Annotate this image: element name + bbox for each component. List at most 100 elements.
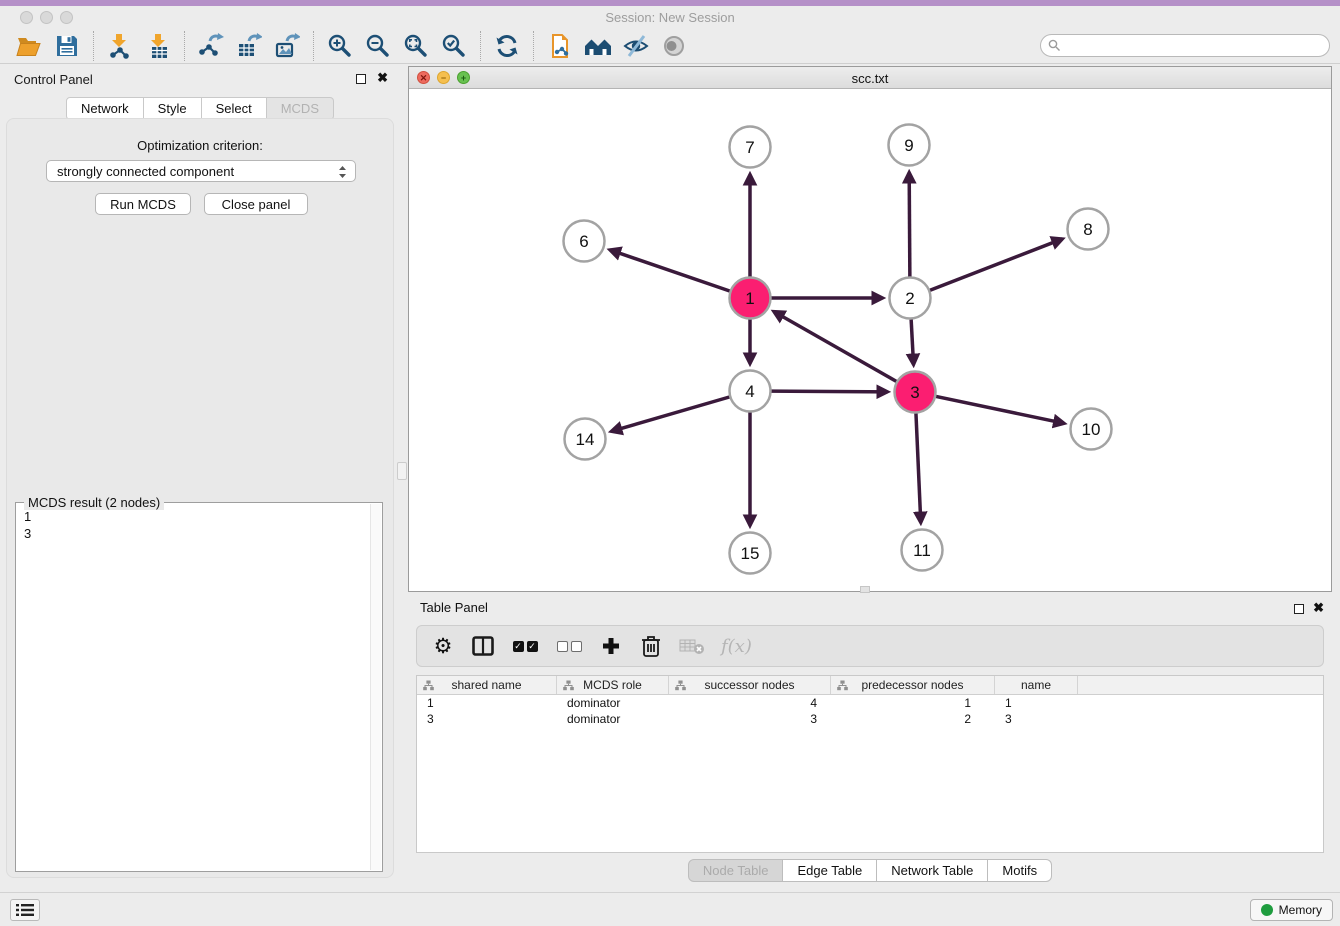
table-toolbar: ⚙ ✓✓ [416, 625, 1324, 667]
edge-4-14[interactable] [611, 397, 729, 431]
zoom-in-button[interactable] [321, 30, 359, 62]
mcds-panel: Optimization criterion: strongly connect… [6, 118, 394, 878]
table-row[interactable]: 3dominator323 [417, 711, 1323, 727]
edge-2-3[interactable] [911, 319, 913, 364]
window-title: Session: New Session [0, 10, 1340, 25]
memory-status-icon [1261, 904, 1273, 916]
column-header-shared-name[interactable]: shared name [417, 676, 557, 694]
tab-style[interactable]: Style [144, 97, 202, 120]
column-header-successor-nodes[interactable]: successor nodes [669, 676, 831, 694]
control-panel-tabs: NetworkStyleSelectMCDS [0, 97, 400, 120]
toolbar-separator [480, 31, 481, 61]
node-label-15: 15 [741, 544, 760, 563]
edge-3-11[interactable] [916, 413, 921, 522]
node-label-2: 2 [905, 289, 914, 308]
checkbox-checked-icon: ✓ [513, 641, 524, 652]
column-label: successor nodes [704, 678, 794, 692]
table-panel-close-button[interactable]: ✖ [1313, 600, 1324, 616]
tab-network-table[interactable]: Network Table [877, 859, 988, 882]
export-image-icon [274, 33, 300, 59]
function-builder-button[interactable]: f(x) [721, 631, 752, 661]
clone-network-button[interactable] [541, 30, 579, 62]
tab-network[interactable]: Network [66, 97, 144, 120]
cell: 3 [995, 711, 1078, 727]
save-session-button[interactable] [48, 30, 86, 62]
zoom-in-icon [327, 33, 353, 59]
edge-3-1[interactable] [774, 312, 896, 382]
export-network-button[interactable] [192, 30, 230, 62]
node-label-9: 9 [904, 136, 913, 155]
network-window-titlebar[interactable]: ✕ − + scc.txt [409, 67, 1331, 89]
column-header-name[interactable]: name [995, 676, 1078, 694]
save-icon [55, 34, 79, 58]
add-row-button[interactable] [599, 631, 623, 661]
search-input[interactable] [1040, 34, 1330, 57]
delete-table-button[interactable] [679, 631, 705, 661]
search-field-wrap [1040, 34, 1330, 57]
homes-icon [583, 34, 613, 58]
toolbar-separator [184, 31, 185, 61]
node-label-14: 14 [576, 430, 595, 449]
zoom-fit-button[interactable] [397, 30, 435, 62]
zoom-selected-icon [441, 33, 467, 59]
checkbox-unchecked-icon [571, 641, 582, 652]
node-label-1: 1 [745, 289, 754, 308]
main-toolbar [0, 28, 1340, 64]
select-chevrons-icon [338, 164, 347, 180]
unselect-all-columns-button[interactable] [555, 631, 583, 661]
tab-motifs[interactable]: Motifs [988, 859, 1052, 882]
select-all-columns-button[interactable]: ✓✓ [511, 631, 539, 661]
node-label-6: 6 [579, 232, 588, 251]
apply-layout-button[interactable] [488, 30, 526, 62]
result-scrollbar[interactable] [370, 504, 381, 870]
columns-button[interactable] [471, 631, 495, 661]
edge-2-9[interactable] [909, 172, 910, 276]
export-network-icon [198, 33, 224, 59]
table-header-row: shared nameMCDS role successor nodes prede… [417, 676, 1323, 695]
table-row[interactable]: 1dominator411 [417, 695, 1323, 711]
toolbar-separator [533, 31, 534, 61]
gear-icon: ⚙ [434, 636, 453, 657]
edge-1-6[interactable] [610, 250, 730, 291]
panel-splitter-grip[interactable] [397, 462, 407, 480]
table-settings-button[interactable]: ⚙ [431, 631, 455, 661]
eye-slash-icon [623, 33, 649, 59]
import-table-icon [145, 33, 171, 59]
close-panel-button[interactable]: Close panel [204, 193, 308, 215]
edge-4-3[interactable] [771, 391, 887, 392]
column-header-predecessor-nodes[interactable]: predecessor nodes [831, 676, 995, 694]
control-panel-float-button[interactable] [356, 74, 366, 84]
column-header-MCDS-role[interactable]: MCDS role [557, 676, 669, 694]
hierarchy-icon [675, 680, 686, 691]
tab-edge-table[interactable]: Edge Table [783, 859, 877, 882]
show-graphics-button[interactable] [655, 30, 693, 62]
criterion-select[interactable]: strongly connected component [46, 160, 356, 182]
tab-mcds[interactable]: MCDS [267, 97, 334, 120]
import-network-button[interactable] [101, 30, 139, 62]
tab-node-table[interactable]: Node Table [688, 859, 784, 882]
edge-3-10[interactable] [936, 396, 1064, 423]
network-canvas[interactable]: 7968124314101511 [409, 89, 1331, 591]
cell: dominator [557, 711, 669, 727]
task-history-button[interactable] [10, 899, 40, 921]
column-header-filler [1078, 676, 1323, 694]
table-splitter-grip[interactable] [860, 586, 870, 593]
export-table-button[interactable] [230, 30, 268, 62]
edge-2-8[interactable] [930, 239, 1062, 290]
node-label-11: 11 [913, 541, 931, 560]
hide-graphics-button[interactable] [617, 30, 655, 62]
control-panel-close-button[interactable]: ✖ [377, 70, 388, 86]
tab-select[interactable]: Select [202, 97, 267, 120]
open-session-button[interactable] [10, 30, 48, 62]
export-image-button[interactable] [268, 30, 306, 62]
zoom-out-button[interactable] [359, 30, 397, 62]
import-table-button[interactable] [139, 30, 177, 62]
table-panel-float-button[interactable] [1294, 604, 1304, 614]
zoom-selected-button[interactable] [435, 30, 473, 62]
delete-row-button[interactable] [639, 631, 663, 661]
run-mcds-button[interactable]: Run MCDS [95, 193, 191, 215]
table-tabs: Node TableEdge TableNetwork TableMotifs [408, 859, 1332, 882]
network-overview-button[interactable] [579, 30, 617, 62]
zoom-fit-icon [403, 33, 429, 59]
memory-button[interactable]: Memory [1250, 899, 1333, 921]
